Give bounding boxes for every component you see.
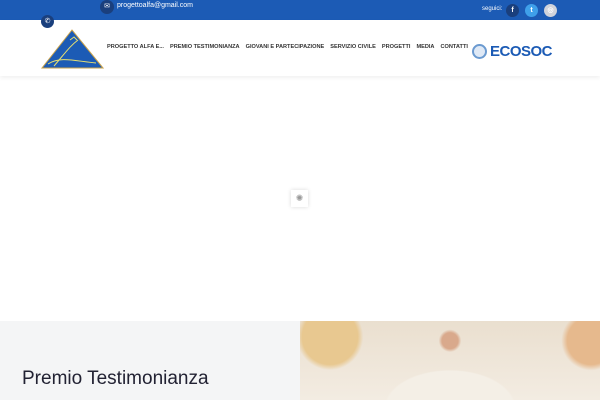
nav-premio-testimonianza[interactable]: PREMIO TESTIMONIANZA xyxy=(170,44,240,50)
nav-contatti[interactable]: CONTATTI xyxy=(440,44,467,50)
main-nav: PROGETTO ALFA E... PREMIO TESTIMONIANZA … xyxy=(107,44,468,50)
ecosoc-logo[interactable]: ECOSOC xyxy=(472,43,553,60)
instagram-icon[interactable]: ◎ xyxy=(544,4,557,17)
top-bar: ✉ progettoalfa@gmail.com seguici: f t ◎ xyxy=(0,0,600,20)
nav-media[interactable]: MEDIA xyxy=(416,44,434,50)
follow-label: seguici: xyxy=(482,6,503,12)
twitter-icon[interactable]: t xyxy=(525,4,538,17)
nav-progetti[interactable]: PROGETTI xyxy=(382,44,411,50)
loading-spinner-icon: ✺ xyxy=(291,190,308,207)
section-title: Premio Testimonianza xyxy=(22,368,209,389)
email-link[interactable]: progettoalfa@gmail.com xyxy=(117,2,193,9)
facebook-icon[interactable]: f xyxy=(506,4,519,17)
phone-icon[interactable]: ✆ xyxy=(41,15,54,28)
fresco-image xyxy=(300,321,600,400)
site-logo[interactable] xyxy=(40,28,105,75)
ecosoc-text: ECOSOC xyxy=(490,43,553,60)
nav-progetto-alfa[interactable]: PROGETTO ALFA E... xyxy=(107,44,164,50)
mail-icon: ✉ xyxy=(100,0,114,14)
nav-giovani-partecipazione[interactable]: GIOVANI E PARTECIPAZIONE xyxy=(246,44,325,50)
nav-servizio-civile[interactable]: SERVIZIO CIVILE xyxy=(330,44,376,50)
un-emblem-icon xyxy=(472,44,487,59)
